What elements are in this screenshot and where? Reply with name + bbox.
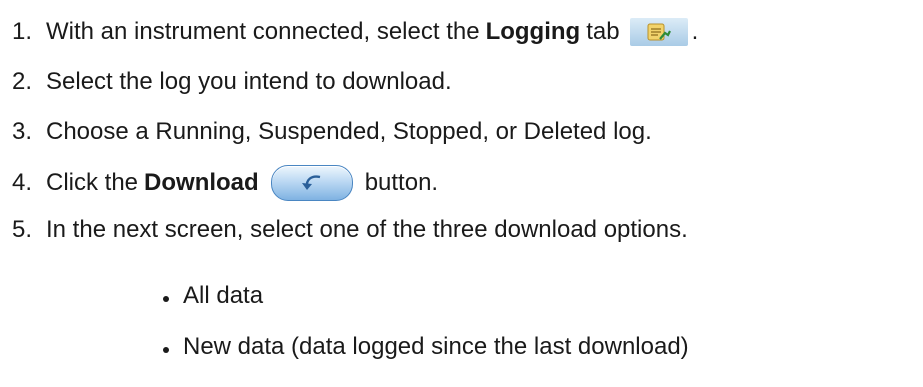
step-number: 2. xyxy=(12,68,33,95)
step-3: 3. Choose a Running, Suspended, Stopped,… xyxy=(12,120,652,144)
step-trailing-period: . xyxy=(691,18,699,45)
bullet-icon xyxy=(163,296,169,302)
step-number: 5. xyxy=(12,216,33,243)
step-number: 4. xyxy=(12,169,33,196)
option-new-data: New data (data logged since the last dow… xyxy=(163,335,689,359)
step-text-pre: Click the xyxy=(46,169,139,196)
step-4: 4. Click the Download button. xyxy=(12,165,438,201)
step-text: Choose a Running, Suspended, Stopped, or… xyxy=(46,118,652,145)
download-button-label: Download xyxy=(144,169,259,196)
step-text-post: button. xyxy=(364,169,439,196)
step-number: 1. xyxy=(12,18,33,45)
step-text: Select the log you intend to download. xyxy=(46,68,452,95)
bullet-icon xyxy=(163,347,169,353)
step-text-pre: With an instrument connected, select the xyxy=(46,18,480,45)
download-button-icon xyxy=(270,165,353,201)
logging-tab-label: Logging xyxy=(485,18,581,45)
option-all-data: All data xyxy=(163,284,263,308)
step-number: 3. xyxy=(12,118,33,145)
step-text: In the next screen, select one of the th… xyxy=(46,216,688,243)
step-5: 5. In the next screen, select one of the… xyxy=(12,218,688,242)
option-label: New data (data logged since the last dow… xyxy=(183,333,689,360)
option-label: All data xyxy=(183,282,264,309)
logging-tab-icon xyxy=(629,18,688,46)
step-2: 2. Select the log you intend to download… xyxy=(12,70,452,94)
step-1: 1. With an instrument connected, select … xyxy=(12,18,698,46)
step-text-post: tab xyxy=(586,18,620,45)
